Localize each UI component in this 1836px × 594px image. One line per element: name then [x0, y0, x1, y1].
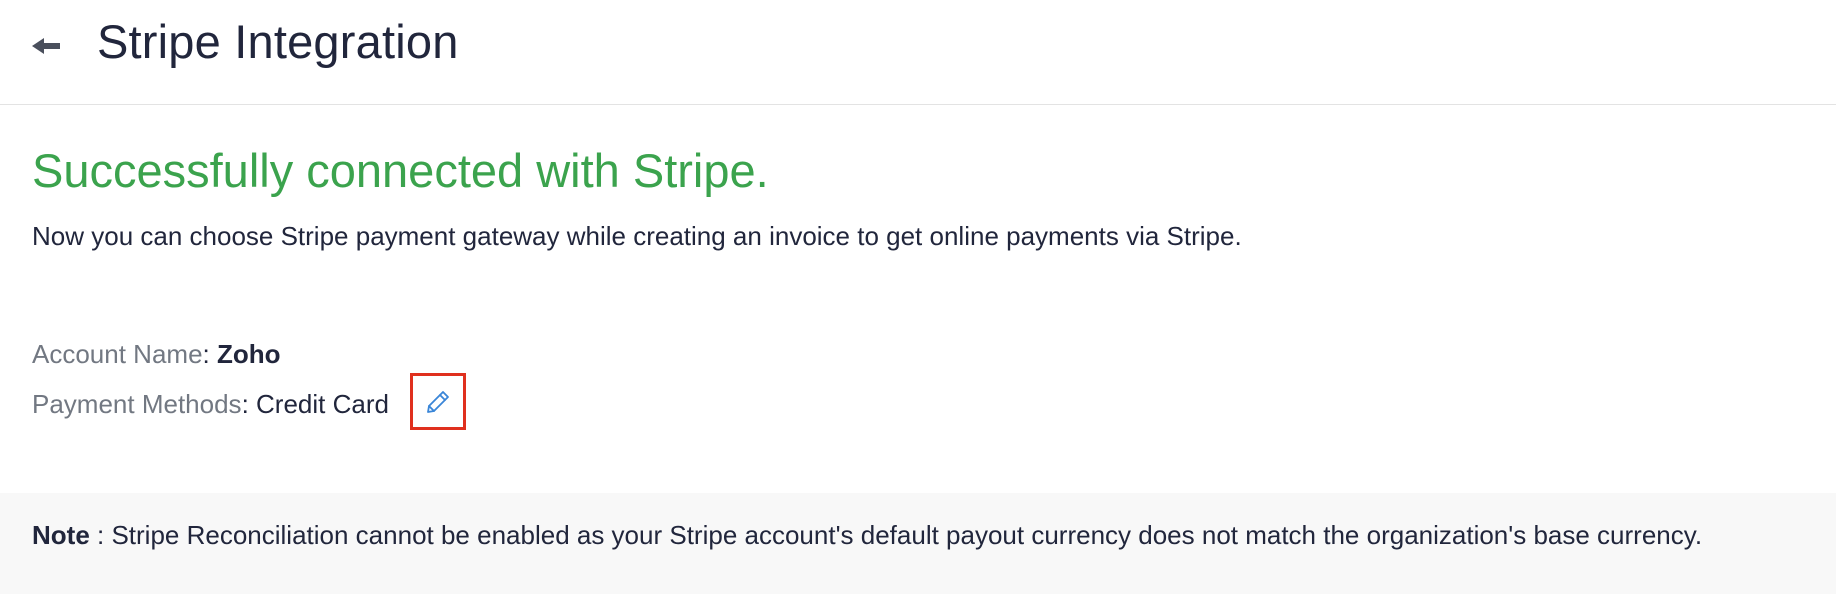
payment-methods-label: Payment Methods — [32, 389, 242, 419]
pencil-icon — [427, 390, 449, 413]
payment-methods-separator: : — [241, 389, 257, 419]
account-name-separator: : — [202, 339, 217, 369]
note-label: Note — [32, 520, 90, 550]
note-text: Note : Stripe Reconciliation cannot be e… — [32, 520, 1702, 551]
account-name-row: Account Name: Zoho — [32, 339, 281, 370]
account-name-label: Account Name — [32, 339, 203, 369]
edit-payment-methods-button[interactable] — [410, 373, 466, 430]
success-description: Now you can choose Stripe payment gatewa… — [32, 221, 1242, 251]
account-name-value: Zoho — [216, 339, 281, 369]
page-header: Stripe Integration — [0, 0, 1836, 105]
note-message: : Stripe Reconciliation cannot be enable… — [89, 520, 1703, 550]
payment-methods-value: Credit Card — [256, 389, 389, 419]
note-panel: Note : Stripe Reconciliation cannot be e… — [0, 493, 1836, 594]
payment-methods-row: Payment Methods: Credit Card — [32, 389, 389, 420]
back-arrow-icon — [32, 38, 60, 54]
success-heading: Successfully connected with Stripe. — [32, 144, 769, 197]
page-title: Stripe Integration — [97, 15, 459, 68]
back-button[interactable] — [30, 34, 62, 58]
